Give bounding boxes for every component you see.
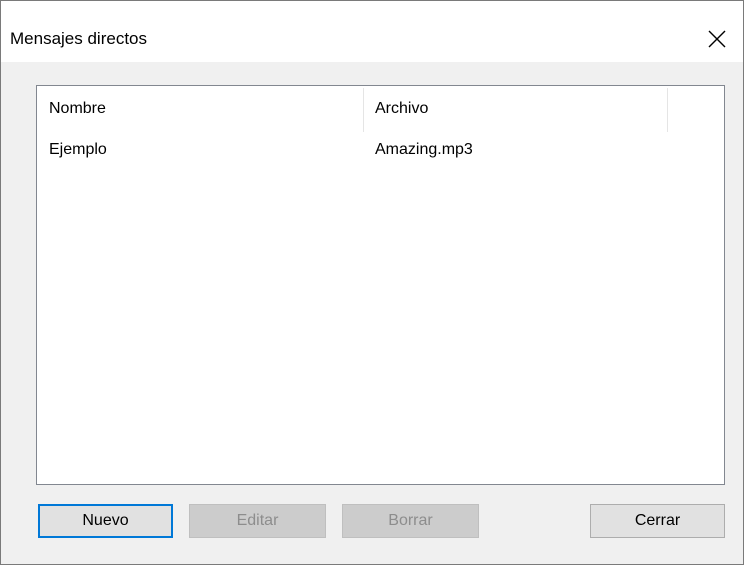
column-separator[interactable]	[667, 88, 668, 132]
column-header-nombre[interactable]: Nombre	[49, 86, 363, 132]
dialog-window: Mensajes directos Nombre Archivo Ejemplo…	[0, 0, 744, 565]
title-bar: Mensajes directos	[1, 1, 743, 62]
messages-list[interactable]: Nombre Archivo Ejemplo Amazing.mp3	[36, 85, 725, 485]
close-dialog-button[interactable]: Cerrar	[590, 504, 725, 538]
cell-nombre: Ejemplo	[49, 141, 107, 158]
window-title: Mensajes directos	[10, 29, 148, 48]
edit-button[interactable]: Editar	[189, 504, 326, 538]
close-button[interactable]	[691, 17, 743, 61]
list-item[interactable]: Ejemplo Amazing.mp3	[37, 132, 724, 168]
close-icon	[708, 30, 726, 48]
delete-button[interactable]: Borrar	[342, 504, 479, 538]
cell-archivo: Amazing.mp3	[375, 141, 473, 158]
column-header-archivo[interactable]: Archivo	[375, 86, 665, 132]
column-separator[interactable]	[363, 88, 364, 132]
list-header: Nombre Archivo	[37, 86, 724, 132]
new-button[interactable]: Nuevo	[38, 504, 173, 538]
